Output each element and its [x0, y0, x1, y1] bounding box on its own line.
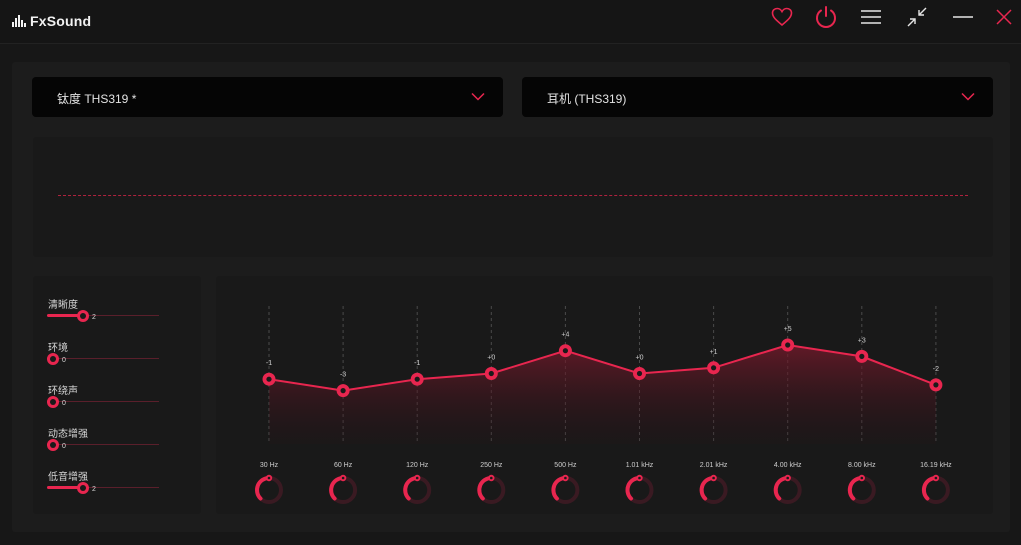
effect-slider-thumb[interactable]: [47, 396, 59, 408]
favorite-button[interactable]: [765, 4, 799, 30]
effect-dynamic-boost: 动态增强 0: [47, 425, 187, 465]
band-frequency-label: 1.01 kHz: [626, 462, 654, 469]
minimize-icon: [953, 16, 973, 18]
effect-value: 2: [92, 314, 96, 321]
band-gain-handle[interactable]: [855, 349, 869, 363]
band-frequency-knob[interactable]: [329, 474, 358, 504]
equalizer-panel: -1 30 Hz -3 60 Hz -1 120 Hz +0 250 Hz +4 500 Hz +0…: [216, 276, 993, 514]
band-frequency-knob[interactable]: [921, 474, 950, 504]
band-gain-label: +4: [561, 332, 569, 339]
effect-surround: 环绕声 0: [47, 382, 187, 422]
band-frequency-knob[interactable]: [551, 474, 580, 504]
effect-label: 低音增强: [48, 472, 88, 483]
equalizer-graph: -1 30 Hz -3 60 Hz -1 120 Hz +0 250 Hz +4 500 Hz +0…: [255, 306, 952, 504]
output-device-dropdown-value: 耳机 (THS319): [547, 92, 627, 106]
compress-icon: [907, 7, 927, 27]
band-frequency-label: 500 Hz: [554, 462, 577, 469]
effect-label: 环境: [48, 343, 68, 354]
band-gain-handle[interactable]: [929, 378, 943, 392]
power-icon: [816, 6, 836, 28]
close-button[interactable]: [987, 4, 1021, 30]
effect-slider-thumb[interactable]: [77, 310, 89, 322]
effect-slider-track[interactable]: [47, 314, 159, 317]
app-name: FxSound: [30, 13, 92, 29]
band-frequency-label: 8.00 kHz: [848, 462, 876, 469]
app-logo: FxSound: [12, 12, 91, 30]
equalizer-curve-area: [269, 345, 936, 444]
effect-clarity: 清晰度 2: [47, 296, 187, 336]
compact-view-button[interactable]: [900, 4, 934, 30]
effect-slider-thumb[interactable]: [47, 353, 59, 365]
power-button[interactable]: [809, 4, 843, 30]
effect-bass-boost: 低音增强 2: [47, 468, 187, 508]
band-frequency-knob[interactable]: [625, 474, 654, 504]
visualizer-baseline: [58, 195, 968, 196]
band-frequency-label: 250 Hz: [480, 462, 503, 469]
close-icon: [996, 9, 1012, 25]
title-bar: FxSound: [0, 0, 1021, 44]
band-gain-label: -1: [414, 360, 420, 367]
band-gain-label: +3: [858, 337, 866, 344]
band-gain-handle[interactable]: [262, 372, 276, 386]
band-gain-label: -1: [266, 360, 272, 367]
band-gain-handle[interactable]: [707, 361, 721, 375]
effect-slider-thumb[interactable]: [47, 439, 59, 451]
band-gain-handle[interactable]: [558, 344, 572, 358]
band-gain-handle[interactable]: [633, 367, 646, 380]
effect-value: 0: [62, 400, 66, 407]
preset-dropdown-value: 钛度 THS319 *: [57, 92, 137, 106]
band-gain-handle[interactable]: [484, 367, 498, 380]
band-frequency-knob[interactable]: [403, 474, 432, 504]
effects-panel: 清晰度 2 环境 0 环绕声 0 动态增强 0 低音增强 2: [33, 276, 201, 514]
effect-value: 2: [92, 486, 96, 493]
band-frequency-knob[interactable]: [699, 474, 728, 504]
preset-dropdown[interactable]: 钛度 THS319 *: [32, 77, 503, 117]
band-frequency-knob[interactable]: [255, 474, 283, 504]
band-frequency-label: 4.00 kHz: [774, 462, 802, 469]
band-gain-label: +1: [710, 349, 718, 356]
chevron-down-icon: [471, 92, 485, 101]
logo-bars-icon: [12, 15, 26, 27]
band-frequency-knob[interactable]: [477, 474, 506, 504]
chevron-down-icon: [961, 92, 975, 101]
band-frequency-label: 2.01 kHz: [700, 462, 728, 469]
effect-slider-track[interactable]: [47, 486, 159, 489]
output-device-dropdown[interactable]: 耳机 (THS319): [522, 77, 993, 117]
band-gain-label: -3: [340, 372, 346, 379]
effect-ambience: 环境 0: [47, 339, 187, 379]
band-frequency-knob[interactable]: [847, 474, 876, 504]
band-frequency-label: 60 Hz: [334, 462, 353, 469]
band-gain-label: -2: [933, 366, 939, 373]
band-gain-handle[interactable]: [781, 338, 795, 352]
spectrum-visualizer: [33, 137, 993, 257]
band-gain-label: +0: [636, 355, 644, 362]
effect-slider-thumb[interactable]: [77, 482, 89, 494]
band-gain-handle[interactable]: [410, 372, 424, 386]
effect-label: 动态增强: [48, 429, 88, 440]
heart-icon: [771, 7, 793, 27]
effect-label: 清晰度: [48, 300, 78, 311]
band-gain-label: +5: [784, 326, 792, 333]
band-gain-label: +0: [487, 355, 495, 362]
band-frequency-label: 30 Hz: [260, 462, 279, 469]
band-frequency-knob[interactable]: [773, 474, 802, 504]
effect-value: 0: [62, 443, 66, 450]
menu-icon: [861, 10, 881, 24]
minimize-button[interactable]: [946, 4, 980, 30]
band-frequency-label: 16.19 kHz: [920, 462, 952, 469]
effect-value: 0: [62, 357, 66, 364]
band-frequency-label: 120 Hz: [406, 462, 429, 469]
band-gain-handle[interactable]: [336, 384, 350, 398]
effect-label: 环绕声: [48, 386, 78, 397]
menu-button[interactable]: [854, 4, 888, 30]
